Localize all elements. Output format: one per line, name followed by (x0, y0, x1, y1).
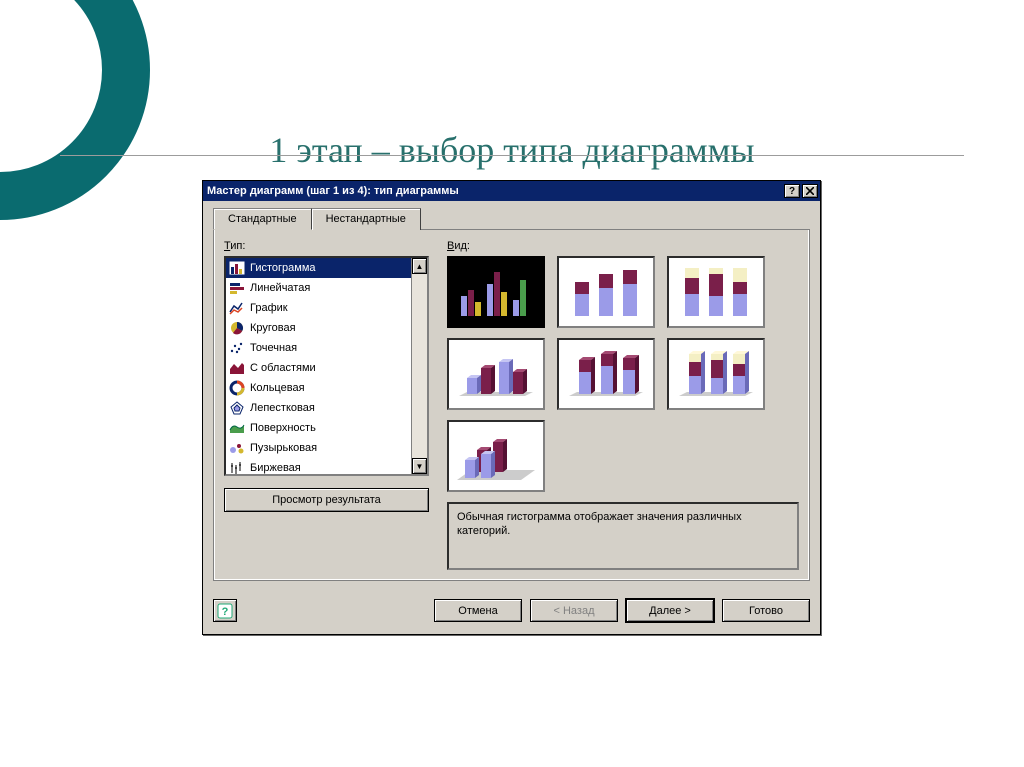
chart-type-listbox[interactable]: Гистограмма Линейчатая Г (224, 256, 429, 476)
hbar-chart-icon (228, 280, 246, 296)
svg-text:?: ? (222, 606, 229, 618)
list-item-label: С областями (250, 362, 316, 374)
scatter-chart-icon (228, 340, 246, 356)
stock-chart-icon (228, 460, 246, 474)
tabstrip: Стандартные Нестандартные (213, 207, 810, 230)
list-item-label: Биржевая (250, 462, 301, 474)
bar-chart-icon (228, 260, 246, 276)
list-item[interactable]: Поверхность (226, 418, 411, 438)
list-item-label: Кольцевая (250, 382, 305, 394)
list-item-label: Пузырьковая (250, 442, 317, 454)
list-item[interactable]: Пузырьковая (226, 438, 411, 458)
subtype-stacked-column[interactable] (557, 256, 655, 328)
finish-button[interactable]: Готово (722, 599, 810, 622)
dialog-footer: ? Отмена < Назад Далее > Готово (203, 591, 820, 634)
subtype-clustered-column[interactable] (447, 256, 545, 328)
subtype-label: Вид: (447, 240, 799, 252)
slide-title: 1 этап – выбор типа диаграммы (0, 129, 1024, 171)
line-chart-icon (228, 300, 246, 316)
help-titlebar-button[interactable]: ? (784, 184, 800, 198)
surface-chart-icon (228, 420, 246, 436)
subtype-description: Обычная гистограмма отображает значения … (447, 502, 799, 570)
list-item-label: Точечная (250, 342, 297, 354)
list-item[interactable]: Кольцевая (226, 378, 411, 398)
title-underline (60, 155, 964, 156)
subtype-3d-column[interactable] (447, 420, 545, 492)
list-item[interactable]: Круговая (226, 318, 411, 338)
list-item[interactable]: Гистограмма (226, 258, 411, 278)
list-item-label: График (250, 302, 288, 314)
cancel-button[interactable]: Отмена (434, 599, 522, 622)
list-item[interactable]: Лепестковая (226, 398, 411, 418)
next-button[interactable]: Далее > (626, 599, 714, 622)
donut-chart-icon (228, 380, 246, 396)
list-item-label: Лепестковая (250, 402, 315, 414)
list-item[interactable]: Точечная (226, 338, 411, 358)
help-button[interactable]: ? (213, 599, 237, 622)
chart-type-items: Гистограмма Линейчатая Г (226, 258, 411, 474)
list-item[interactable]: График (226, 298, 411, 318)
dialog-body: Стандартные Нестандартные Тип: Гистограм… (203, 201, 820, 591)
scroll-down-button[interactable]: ▼ (412, 458, 427, 474)
slide-decoration-ring (0, 0, 150, 220)
list-item-label: Гистограмма (250, 262, 316, 274)
titlebar: Мастер диаграмм (шаг 1 из 4): тип диагра… (203, 181, 820, 201)
bubble-chart-icon (228, 440, 246, 456)
close-titlebar-button[interactable] (802, 184, 818, 198)
list-item[interactable]: Биржевая (226, 458, 411, 474)
preview-result-button[interactable]: Просмотр результата (224, 488, 429, 512)
chart-wizard-dialog: Мастер диаграмм (шаг 1 из 4): тип диагра… (202, 180, 821, 635)
list-item-label: Линейчатая (250, 282, 310, 294)
list-item[interactable]: Линейчатая (226, 278, 411, 298)
list-item-label: Круговая (250, 322, 296, 334)
subtype-100-stacked-column[interactable] (667, 256, 765, 328)
list-item[interactable]: С областями (226, 358, 411, 378)
listbox-scrollbar[interactable]: ▲ ▼ (411, 258, 427, 474)
subtype-3d-stacked-column[interactable] (557, 338, 655, 410)
pie-chart-icon (228, 320, 246, 336)
scroll-track[interactable] (412, 274, 427, 458)
type-label: Тип: (224, 240, 429, 252)
back-button[interactable]: < Назад (530, 599, 618, 622)
tab-standard[interactable]: Стандартные (213, 208, 312, 230)
subtype-3d-100-stacked-column[interactable] (667, 338, 765, 410)
list-item-label: Поверхность (250, 422, 316, 434)
titlebar-text: Мастер диаграмм (шаг 1 из 4): тип диагра… (207, 185, 784, 197)
scroll-up-button[interactable]: ▲ (412, 258, 427, 274)
subtype-grid (447, 256, 799, 492)
radar-chart-icon (228, 400, 246, 416)
area-chart-icon (228, 360, 246, 376)
tabpanel-standard: Тип: Гистограмма (213, 230, 810, 581)
help-icon: ? (217, 603, 233, 619)
tab-custom[interactable]: Нестандартные (311, 208, 421, 230)
subtype-3d-clustered-column[interactable] (447, 338, 545, 410)
close-icon (806, 187, 814, 195)
